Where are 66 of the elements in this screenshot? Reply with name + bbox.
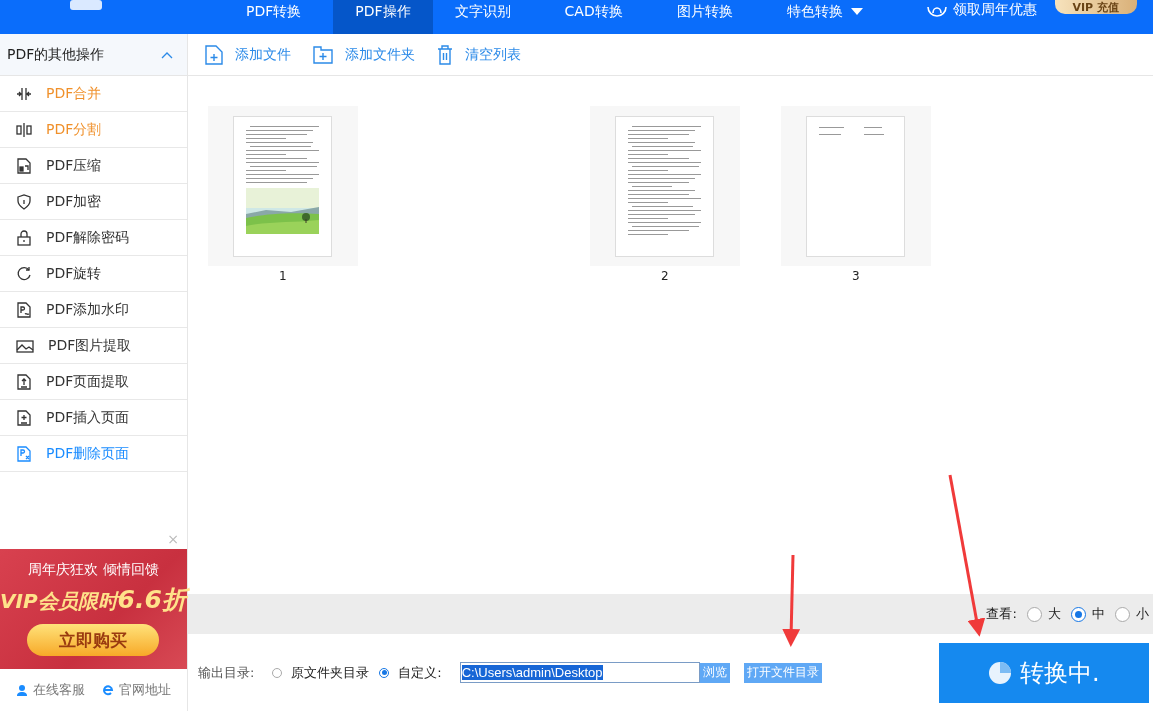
merge-icon <box>16 85 32 102</box>
browser-icon <box>101 684 114 696</box>
size-radio[interactable]: 中 <box>1070 605 1105 623</box>
toolbar-button[interactable]: 清空列表 <box>436 44 521 65</box>
image-icon <box>16 337 34 354</box>
sidebar-item[interactable]: PDF解除密码 <box>0 220 187 256</box>
footer-link[interactable]: 在线客服 <box>16 681 86 699</box>
sidebar-item[interactable]: PDF旋转 <box>0 256 187 292</box>
sidebar-item[interactable]: PDF压缩 <box>0 148 187 184</box>
zip-file-icon <box>16 157 32 174</box>
page-thumbnail[interactable] <box>589 106 740 266</box>
output-radio[interactable]: 自定义: <box>379 663 442 682</box>
radio-button[interactable] <box>379 667 390 678</box>
radio-button[interactable] <box>1026 606 1042 622</box>
nav-tab[interactable]: 文字识别 <box>432 0 533 34</box>
page-delete-icon <box>16 445 32 462</box>
page-number: 2 <box>661 269 669 283</box>
page-number: 3 <box>852 269 860 283</box>
folder-plus-icon <box>312 45 333 64</box>
lock-icon <box>16 229 32 246</box>
logo-icon <box>70 0 102 10</box>
radio-button[interactable] <box>1070 606 1086 622</box>
document-icon <box>16 301 32 318</box>
page-thumbnail[interactable] <box>780 106 931 266</box>
person-icon <box>16 684 29 696</box>
radio-button[interactable] <box>272 667 283 678</box>
sidebar-item[interactable]: PDF删除页面 <box>0 436 187 472</box>
output-radio[interactable]: 原文件夹目录 <box>272 663 370 682</box>
file-plus-icon <box>204 44 223 65</box>
footer-link[interactable]: 官网地址 <box>101 681 171 699</box>
buy-button[interactable]: 立即购买 <box>27 624 160 656</box>
size-radio[interactable]: 小 <box>1114 605 1149 623</box>
ad-headline: 周年庆狂欢 倾情回馈 <box>28 561 159 579</box>
convert-button[interactable]: 转换中. <box>938 642 1149 703</box>
sidebar-item[interactable]: PDF分割 <box>0 112 187 148</box>
output-label: 输出目录: <box>197 663 255 682</box>
sidebar-item[interactable]: PDF加密 <box>0 184 187 220</box>
sidebar-item[interactable]: PDF图片提取 <box>0 328 187 364</box>
rotate-icon <box>16 265 32 282</box>
nav-tab[interactable]: 图片转换 <box>654 0 755 34</box>
open-folder-button[interactable]: 打开文件目录 <box>743 662 822 683</box>
page-number: 1 <box>279 269 287 283</box>
nav-tab[interactable]: PDF转换 <box>224 0 324 34</box>
shield-icon <box>16 193 32 210</box>
vip-button[interactable]: VIP 充值 <box>1054 0 1137 14</box>
sidebar-item[interactable]: PDF页面提取 <box>0 364 187 400</box>
toolbar-button[interactable]: 添加文件夹 <box>312 45 415 64</box>
size-radio[interactable]: 大 <box>1026 605 1061 623</box>
nav-tab[interactable]: 特色转换 <box>764 0 885 34</box>
sidebar-header[interactable]: PDF的其他操作 <box>0 34 187 76</box>
page-thumbnail[interactable] <box>207 106 358 266</box>
radio-button[interactable] <box>1114 606 1130 622</box>
nav-tab[interactable]: CAD转换 <box>542 0 645 34</box>
page-upload-icon <box>16 373 32 390</box>
split-icon <box>16 121 32 138</box>
view-label: 查看: <box>986 605 1017 623</box>
sidebar-item[interactable]: PDF添加水印 <box>0 292 187 328</box>
spinner-icon <box>988 660 1013 685</box>
browse-button[interactable]: 浏览 <box>699 662 730 683</box>
promo-link[interactable]: 领取周年优惠 <box>952 1 1037 19</box>
nav-tab[interactable]: PDF操作 <box>333 0 433 34</box>
page-plus-icon <box>16 409 32 426</box>
toolbar-button[interactable]: 添加文件 <box>204 44 291 65</box>
path-field[interactable]: C:\Users\admin\Desktop <box>459 662 700 683</box>
trash-icon <box>436 44 453 65</box>
sidebar-item[interactable]: PDF插入页面 <box>0 400 187 436</box>
